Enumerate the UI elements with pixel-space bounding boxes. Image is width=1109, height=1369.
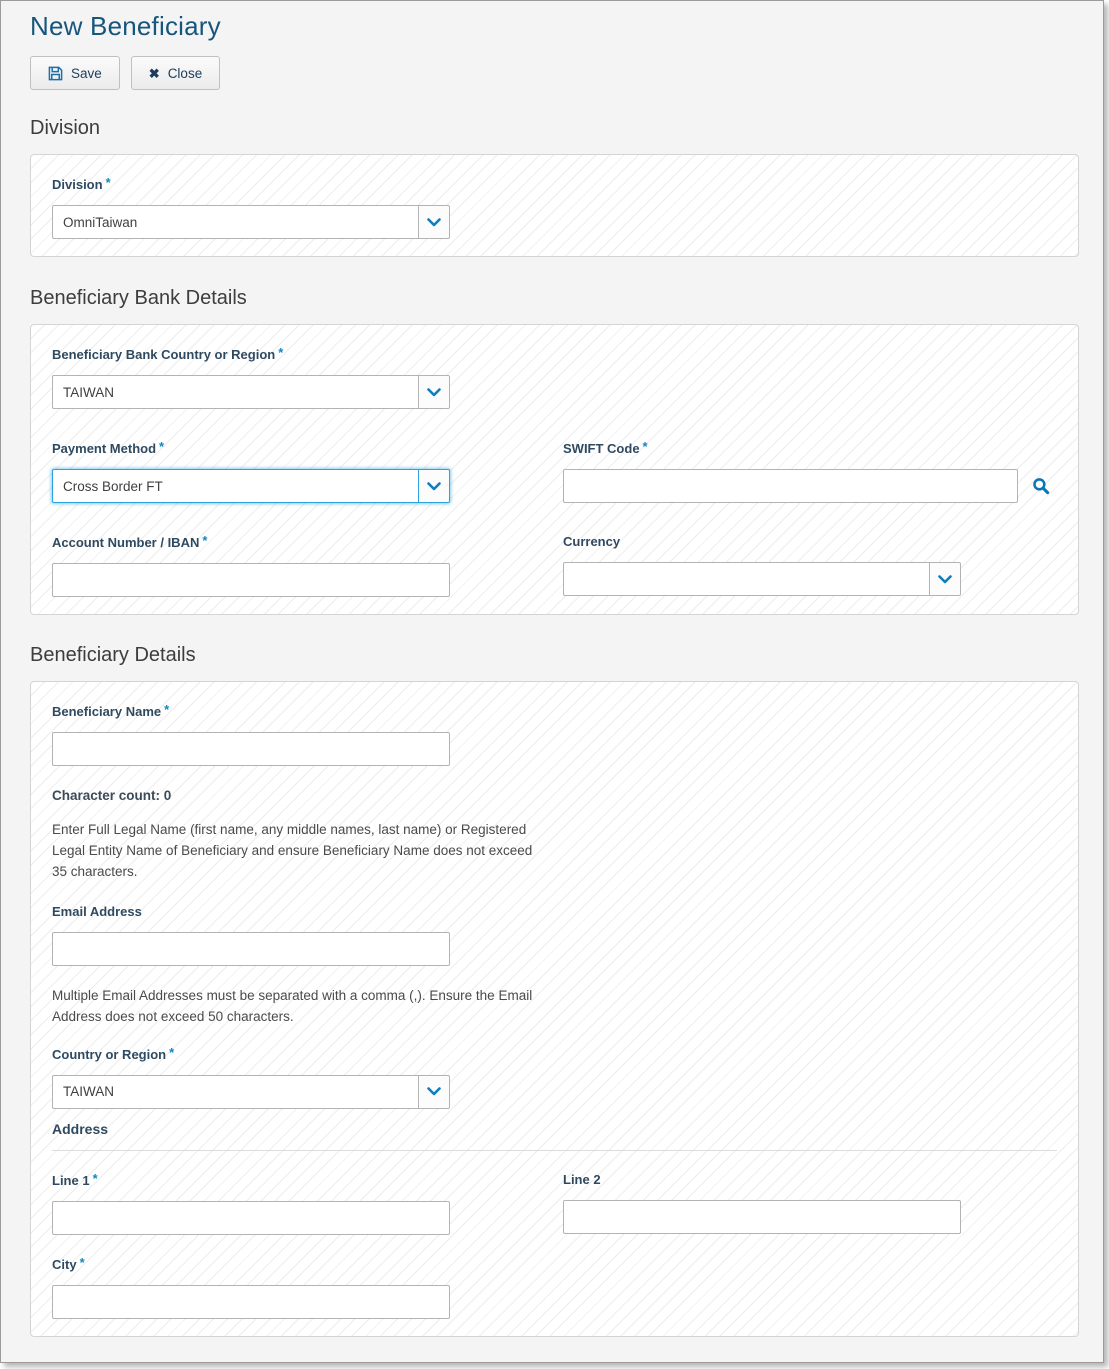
required-marker: * bbox=[106, 175, 111, 190]
payment-method-label: Payment Method bbox=[52, 441, 156, 456]
required-marker: * bbox=[278, 345, 283, 360]
currency-label: Currency bbox=[563, 534, 620, 549]
division-select[interactable]: OmniTaiwan bbox=[52, 205, 450, 239]
toolbar: Save ✖ Close bbox=[30, 56, 1079, 90]
beneficiary-country-select-value: TAIWAN bbox=[53, 1076, 418, 1108]
chevron-down-icon[interactable] bbox=[418, 1076, 449, 1108]
city-field: City* bbox=[52, 1255, 1057, 1319]
email-label: Email Address bbox=[52, 904, 142, 919]
address-line1-field: Line 1* bbox=[52, 1171, 450, 1235]
save-button[interactable]: Save bbox=[30, 56, 120, 90]
email-field: Email Address bbox=[52, 903, 1057, 966]
payment-method-field: Payment Method* Cross Border FT bbox=[52, 439, 450, 503]
account-number-label: Account Number / IBAN bbox=[52, 535, 199, 550]
bank-country-select-value: TAIWAN bbox=[53, 376, 418, 408]
account-number-input[interactable] bbox=[52, 563, 450, 597]
swift-code-label: SWIFT Code bbox=[563, 441, 640, 456]
beneficiary-name-help-text: Enter Full Legal Name (first name, any m… bbox=[52, 820, 542, 883]
chevron-down-icon[interactable] bbox=[929, 563, 960, 595]
division-label: Division bbox=[52, 177, 103, 192]
required-marker: * bbox=[164, 702, 169, 717]
swift-lookup-button[interactable] bbox=[1032, 477, 1050, 495]
close-icon: ✖ bbox=[149, 67, 160, 80]
division-panel: Division* OmniTaiwan bbox=[30, 154, 1079, 257]
bank-panel: Beneficiary Bank Country or Region* TAIW… bbox=[30, 324, 1079, 615]
chevron-down-icon[interactable] bbox=[418, 376, 449, 408]
required-marker: * bbox=[159, 439, 164, 454]
email-help-text: Multiple Email Addresses must be separat… bbox=[52, 986, 542, 1028]
beneficiary-country-select[interactable]: TAIWAN bbox=[52, 1075, 450, 1109]
beneficiary-name-field: Beneficiary Name* bbox=[52, 702, 1057, 766]
beneficiary-section-heading: Beneficiary Details bbox=[30, 644, 1079, 667]
division-select-value: OmniTaiwan bbox=[53, 206, 418, 238]
bank-country-label: Beneficiary Bank Country or Region bbox=[52, 347, 275, 362]
required-marker: * bbox=[93, 1171, 98, 1186]
bank-country-select[interactable]: TAIWAN bbox=[52, 375, 450, 409]
new-beneficiary-page: New Beneficiary Save ✖ Close Division Di… bbox=[0, 0, 1104, 1363]
division-section-heading: Division bbox=[30, 117, 1079, 140]
character-count: Character count: 0 bbox=[52, 788, 1057, 803]
currency-select-value bbox=[564, 563, 929, 595]
address-divider bbox=[52, 1150, 1057, 1151]
beneficiary-country-field: Country or Region* TAIWAN bbox=[52, 1045, 1057, 1109]
required-marker: * bbox=[169, 1045, 174, 1060]
swift-code-field: SWIFT Code* bbox=[563, 439, 1050, 503]
save-icon bbox=[48, 66, 63, 81]
division-field: Division* OmniTaiwan bbox=[52, 175, 1057, 239]
close-button[interactable]: ✖ Close bbox=[131, 56, 220, 90]
city-input[interactable] bbox=[52, 1285, 450, 1319]
email-input[interactable] bbox=[52, 932, 450, 966]
chevron-down-icon[interactable] bbox=[418, 470, 449, 502]
search-icon bbox=[1032, 477, 1050, 495]
beneficiary-country-label: Country or Region bbox=[52, 1047, 166, 1062]
address-line1-input[interactable] bbox=[52, 1201, 450, 1235]
required-marker: * bbox=[202, 533, 207, 548]
bank-country-field: Beneficiary Bank Country or Region* TAIW… bbox=[52, 345, 1057, 409]
address-line2-label: Line 2 bbox=[563, 1172, 601, 1187]
page-title: New Beneficiary bbox=[30, 11, 1079, 42]
swift-code-input[interactable] bbox=[563, 469, 1018, 503]
bank-section-heading: Beneficiary Bank Details bbox=[30, 287, 1079, 310]
save-button-label: Save bbox=[71, 66, 102, 81]
close-button-label: Close bbox=[168, 66, 203, 81]
currency-select[interactable] bbox=[563, 562, 961, 596]
beneficiary-name-input[interactable] bbox=[52, 732, 450, 766]
address-subheading: Address bbox=[52, 1121, 1057, 1137]
city-label: City bbox=[52, 1257, 77, 1272]
chevron-down-icon[interactable] bbox=[418, 206, 449, 238]
account-number-field: Account Number / IBAN* bbox=[52, 533, 450, 597]
beneficiary-panel: Beneficiary Name* Character count: 0 Ent… bbox=[30, 681, 1079, 1337]
currency-field: Currency bbox=[563, 533, 961, 597]
required-marker: * bbox=[80, 1255, 85, 1270]
payment-method-select-value: Cross Border FT bbox=[53, 470, 418, 502]
address-line1-label: Line 1 bbox=[52, 1173, 90, 1188]
beneficiary-name-label: Beneficiary Name bbox=[52, 704, 161, 719]
address-line2-input[interactable] bbox=[563, 1200, 961, 1234]
required-marker: * bbox=[643, 439, 648, 454]
payment-method-select[interactable]: Cross Border FT bbox=[52, 469, 450, 503]
address-line2-field: Line 2 bbox=[563, 1171, 961, 1235]
